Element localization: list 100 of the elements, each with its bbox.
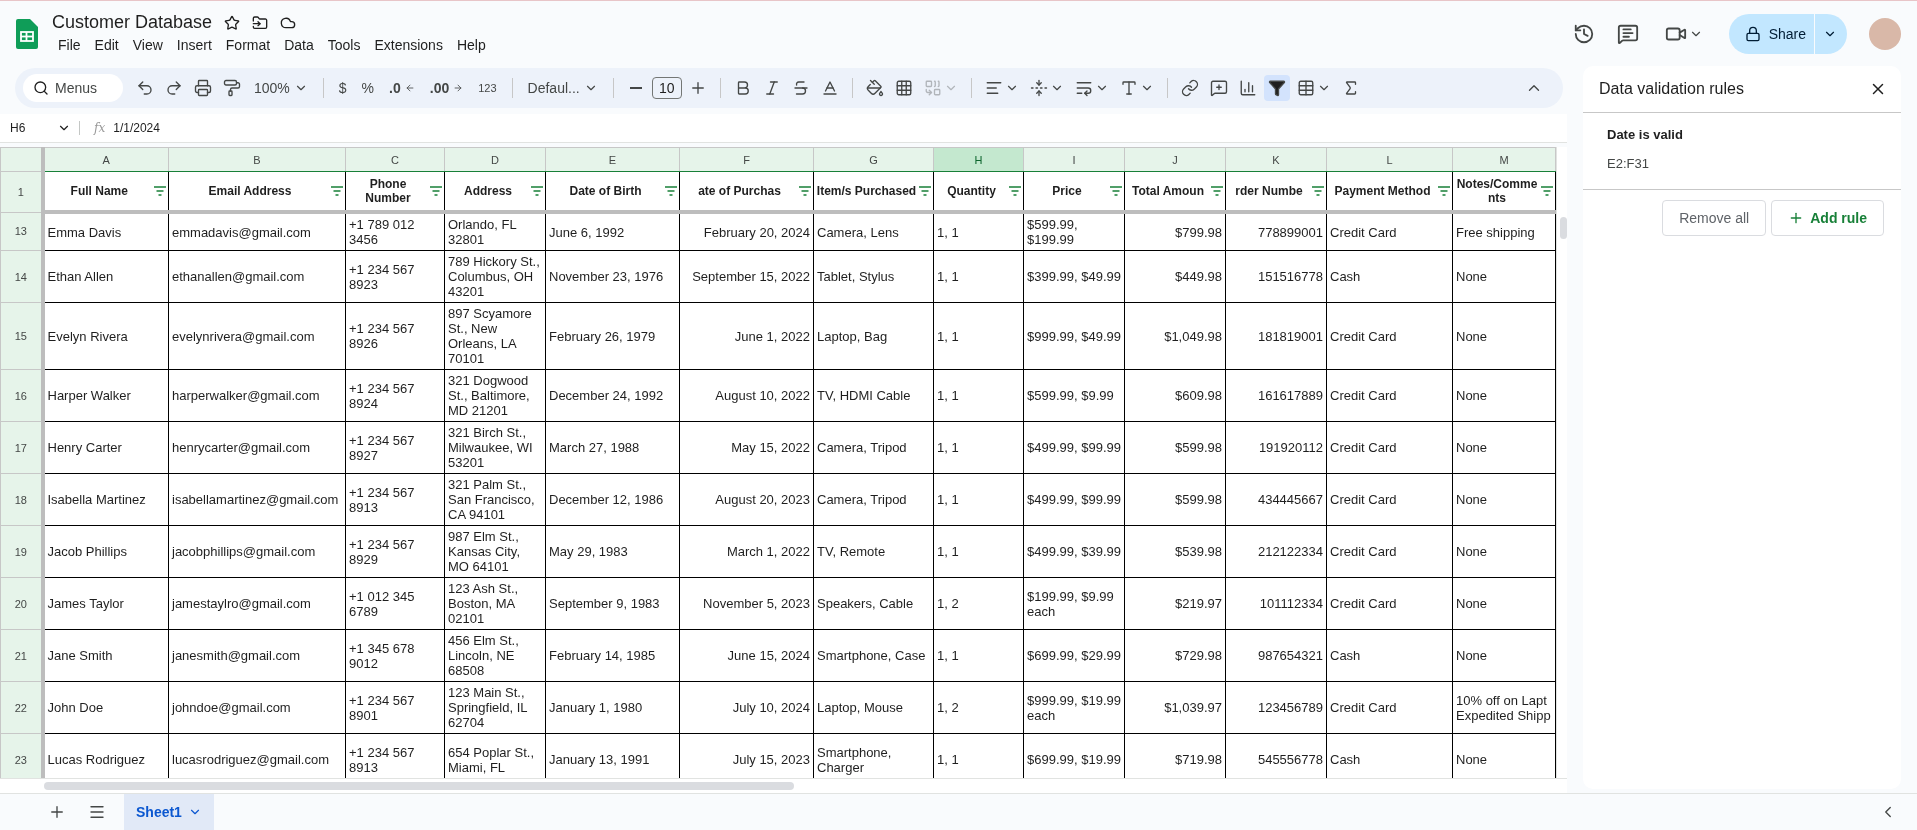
- filter-icon[interactable]: [154, 186, 166, 196]
- menu-item[interactable]: File: [52, 35, 89, 55]
- more-formats-button[interactable]: 123: [472, 78, 503, 98]
- row-number[interactable]: 13: [0, 212, 43, 251]
- table-cell: None: [1452, 421, 1556, 474]
- table-cell: ethanallen@gmail.com: [168, 250, 346, 303]
- filter-icon[interactable]: [531, 186, 543, 196]
- filter-icon[interactable]: [1110, 186, 1122, 196]
- text-color-icon: [820, 79, 839, 97]
- menu-item[interactable]: Help: [450, 35, 494, 55]
- table-cell: $399.99, $49.99: [1023, 250, 1125, 303]
- document-title[interactable]: Customer Database: [52, 12, 213, 33]
- menu-item[interactable]: View: [126, 35, 171, 55]
- table-cell: Cash: [1326, 250, 1453, 303]
- row-number[interactable]: 19: [0, 525, 43, 578]
- filter-icon[interactable]: [665, 186, 677, 196]
- column-header: Notes/Comments: [1455, 177, 1539, 205]
- column-letter[interactable]: A: [42, 147, 169, 172]
- column-letter[interactable]: H: [933, 147, 1024, 172]
- row-number[interactable]: 1: [0, 171, 43, 212]
- table-cell: Ethan Allen: [42, 250, 169, 303]
- font-dropdown[interactable]: Defaul...: [521, 76, 604, 100]
- table-cell: 321 Birch St., Milwaukee, WI 53201: [444, 421, 546, 474]
- column-letter[interactable]: M: [1452, 147, 1556, 172]
- menu-item[interactable]: Data: [278, 35, 322, 55]
- table-cell: +1 234 567 8923: [345, 250, 445, 303]
- table-cell: Jacob Phillips: [42, 525, 169, 578]
- sheet-tab[interactable]: Sheet1: [124, 794, 214, 830]
- move-folder-icon[interactable]: [252, 14, 269, 31]
- add-rule-button[interactable]: Add rule: [1771, 200, 1884, 236]
- table-cell: March 27, 1988: [545, 421, 680, 474]
- filter-icon[interactable]: [1541, 186, 1553, 196]
- filter-icon[interactable]: [1438, 186, 1450, 196]
- menu-icon: [88, 803, 106, 821]
- row-number[interactable]: 15: [0, 302, 43, 370]
- row-number[interactable]: 17: [0, 421, 43, 474]
- horizontal-scrollbar[interactable]: [44, 782, 794, 790]
- menu-item[interactable]: Format: [219, 35, 279, 55]
- column-letter[interactable]: J: [1124, 147, 1226, 172]
- vertical-align-icon: [1029, 79, 1048, 97]
- table-cell: $699.99, $29.99: [1023, 629, 1125, 682]
- column-header: Phone Number: [364, 177, 412, 205]
- vertical-scrollbar[interactable]: [1556, 147, 1567, 778]
- row-number[interactable]: 18: [0, 473, 43, 526]
- table-cell: Credit Card: [1326, 302, 1453, 370]
- column-header: Total Amoun: [1131, 184, 1205, 198]
- share-button[interactable]: Share: [1728, 13, 1847, 54]
- filter-icon[interactable]: [1312, 186, 1324, 196]
- column-letter[interactable]: G: [813, 147, 934, 172]
- filter-icon[interactable]: [331, 186, 343, 196]
- increase-decimal-button[interactable]: .00: [423, 76, 470, 100]
- column-letter[interactable]: L: [1326, 147, 1453, 172]
- column-letter[interactable]: D: [444, 147, 546, 172]
- arrow-right-icon: [453, 83, 464, 93]
- row-number[interactable]: 23: [0, 733, 43, 778]
- comment-icon[interactable]: [1616, 22, 1639, 45]
- row-number[interactable]: 14: [0, 250, 43, 303]
- currency-button[interactable]: $: [332, 76, 353, 100]
- column-letter[interactable]: C: [345, 147, 445, 172]
- table-cell: Camera, Tripod: [813, 473, 934, 526]
- filter-icon[interactable]: [1211, 186, 1223, 196]
- remove-all-button[interactable]: Remove all: [1662, 200, 1767, 236]
- row-number[interactable]: 16: [0, 369, 43, 422]
- filter-icon[interactable]: [1009, 186, 1021, 196]
- table-cell: 1, 1: [933, 629, 1024, 682]
- redo-icon: [165, 79, 183, 97]
- version-history-icon[interactable]: [1572, 22, 1595, 45]
- row-number[interactable]: 21: [0, 629, 43, 682]
- rule-card[interactable]: Date is valid E2:F31: [1583, 113, 1901, 190]
- percent-button[interactable]: %: [355, 76, 381, 100]
- column-letter[interactable]: I: [1023, 147, 1125, 172]
- zoom-dropdown[interactable]: 100%: [248, 76, 314, 100]
- table-cell: Credit Card: [1326, 421, 1453, 474]
- formula-value[interactable]: 1/1/2024: [113, 121, 160, 135]
- menu-item[interactable]: Insert: [170, 35, 220, 55]
- filter-icon[interactable]: [430, 186, 442, 196]
- column-letter[interactable]: B: [168, 147, 346, 172]
- chart-icon: [1238, 79, 1257, 97]
- menu-item[interactable]: Extensions: [368, 35, 451, 55]
- filter-icon[interactable]: [919, 186, 931, 196]
- table-cell: $729.98: [1124, 629, 1226, 682]
- column-letter[interactable]: F: [679, 147, 814, 172]
- filter-icon[interactable]: [799, 186, 811, 196]
- menu-item[interactable]: Tools: [321, 35, 369, 55]
- font-size-field[interactable]: 10: [651, 77, 682, 99]
- decrease-decimal-button[interactable]: .0: [383, 76, 421, 100]
- column-letter[interactable]: K: [1225, 147, 1327, 172]
- star-icon[interactable]: [224, 14, 241, 31]
- filter-button[interactable]: [1263, 75, 1290, 101]
- table-cell: February 14, 1985: [545, 629, 680, 682]
- column-header: Payment Method: [1333, 184, 1432, 198]
- printer-icon: [194, 79, 212, 97]
- column-letter[interactable]: E: [545, 147, 680, 172]
- menu-search-field[interactable]: Menus: [23, 74, 123, 102]
- row-number[interactable]: 20: [0, 577, 43, 630]
- row-number[interactable]: 22: [0, 681, 43, 734]
- menu-item[interactable]: Edit: [88, 35, 127, 55]
- name-box[interactable]: H6: [0, 121, 80, 135]
- table-cell: johndoe@gmail.com: [168, 681, 346, 734]
- sheets-logo-icon[interactable]: [16, 18, 38, 49]
